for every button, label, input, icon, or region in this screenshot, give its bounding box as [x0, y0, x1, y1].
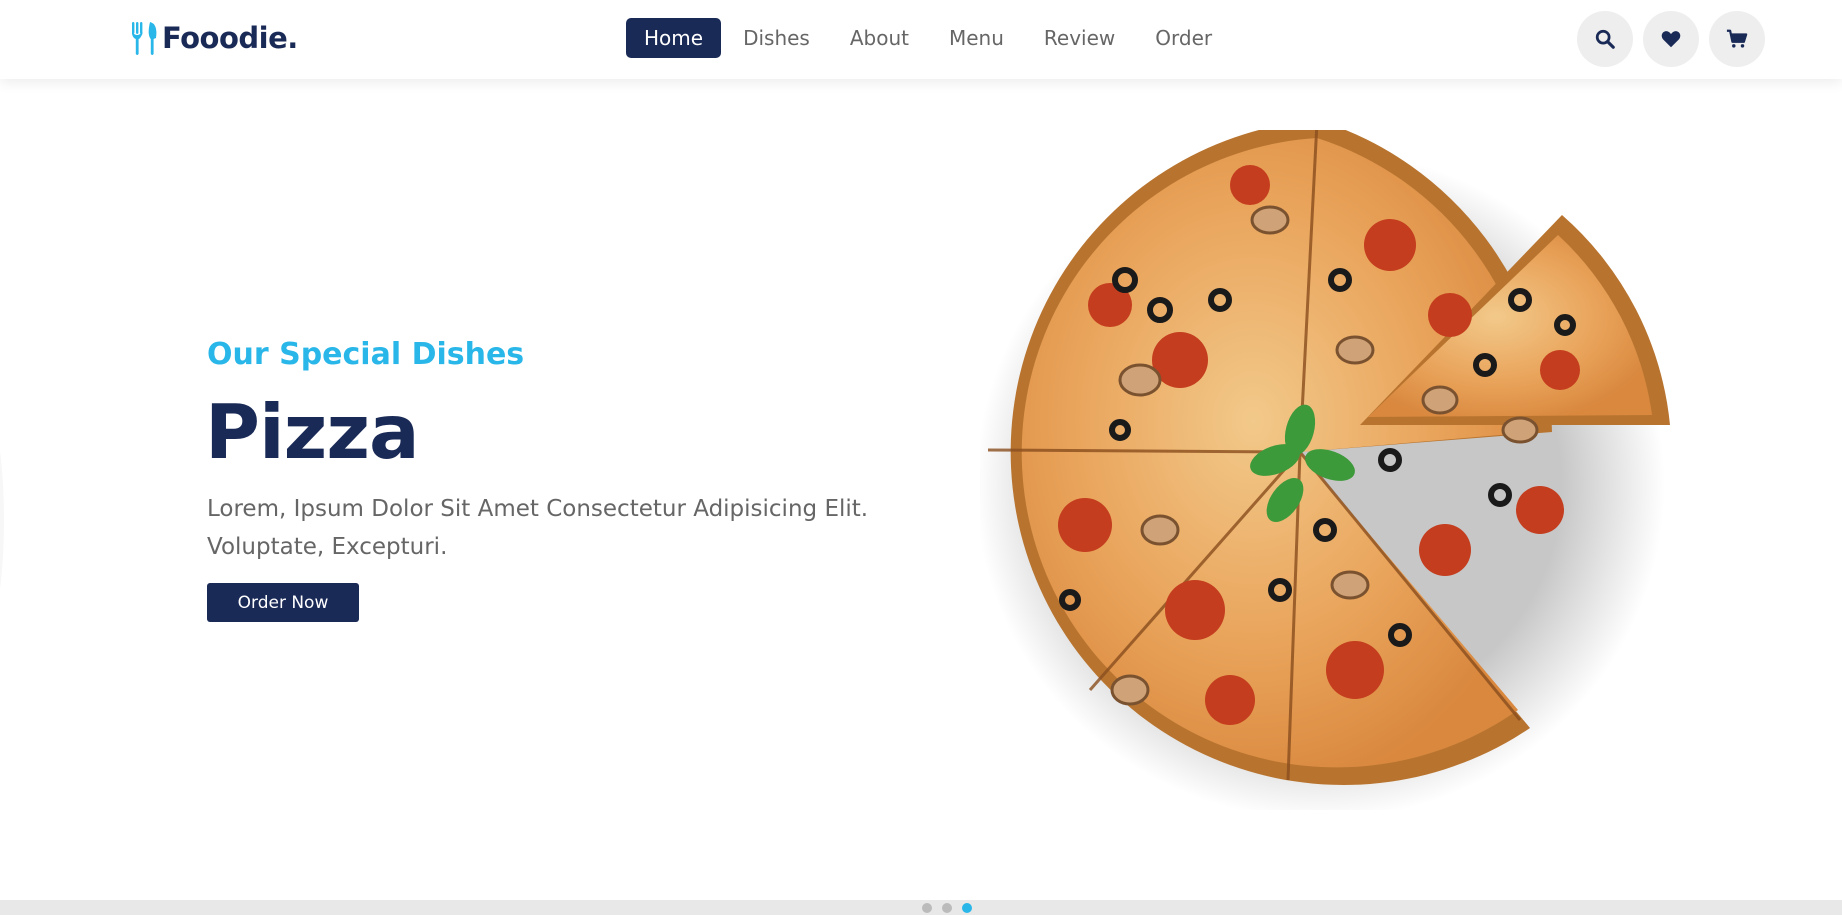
heart-icon — [1661, 31, 1681, 48]
hero-description-line-2: Voluptate, Excepturi. — [207, 534, 448, 560]
nav-home[interactable]: Home — [626, 18, 722, 58]
wishlist-button[interactable] — [1643, 11, 1699, 67]
search-icon — [1595, 29, 1615, 49]
slider-track — [0, 900, 1842, 915]
slider-dot-1[interactable] — [922, 903, 932, 913]
hero-subtitle: Our Special Dishes — [207, 337, 525, 372]
main-nav: Home Dishes About Menu Review Order — [626, 18, 1230, 58]
cart-button[interactable] — [1709, 11, 1765, 67]
utensils-icon — [132, 22, 157, 55]
nav-dishes[interactable]: Dishes — [725, 18, 828, 58]
slider-dot-2[interactable] — [942, 903, 952, 913]
slider-dot-3[interactable] — [962, 903, 972, 913]
hero-description-line-1: Lorem, Ipsum Dolor Sit Amet Consectetur … — [207, 496, 869, 522]
hero-title: Pizza — [205, 388, 420, 476]
nav-order[interactable]: Order — [1137, 18, 1230, 58]
slider-pagination — [922, 903, 982, 913]
brand-name: Fooodie. — [162, 21, 298, 55]
brand-logo[interactable]: Fooodie. — [130, 18, 298, 58]
nav-review[interactable]: Review — [1026, 18, 1133, 58]
site-header: Fooodie. Home Dishes About Menu Review O… — [0, 0, 1842, 79]
cart-icon — [1726, 29, 1748, 48]
nav-menu[interactable]: Menu — [931, 18, 1022, 58]
previous-slide-edge — [0, 400, 4, 640]
search-button[interactable] — [1577, 11, 1633, 67]
order-now-button[interactable]: Order Now — [207, 583, 359, 622]
pizza-image — [980, 130, 1670, 810]
hero-description: Lorem, Ipsum Dolor Sit Amet Consectetur … — [207, 490, 897, 566]
nav-about[interactable]: About — [832, 18, 927, 58]
